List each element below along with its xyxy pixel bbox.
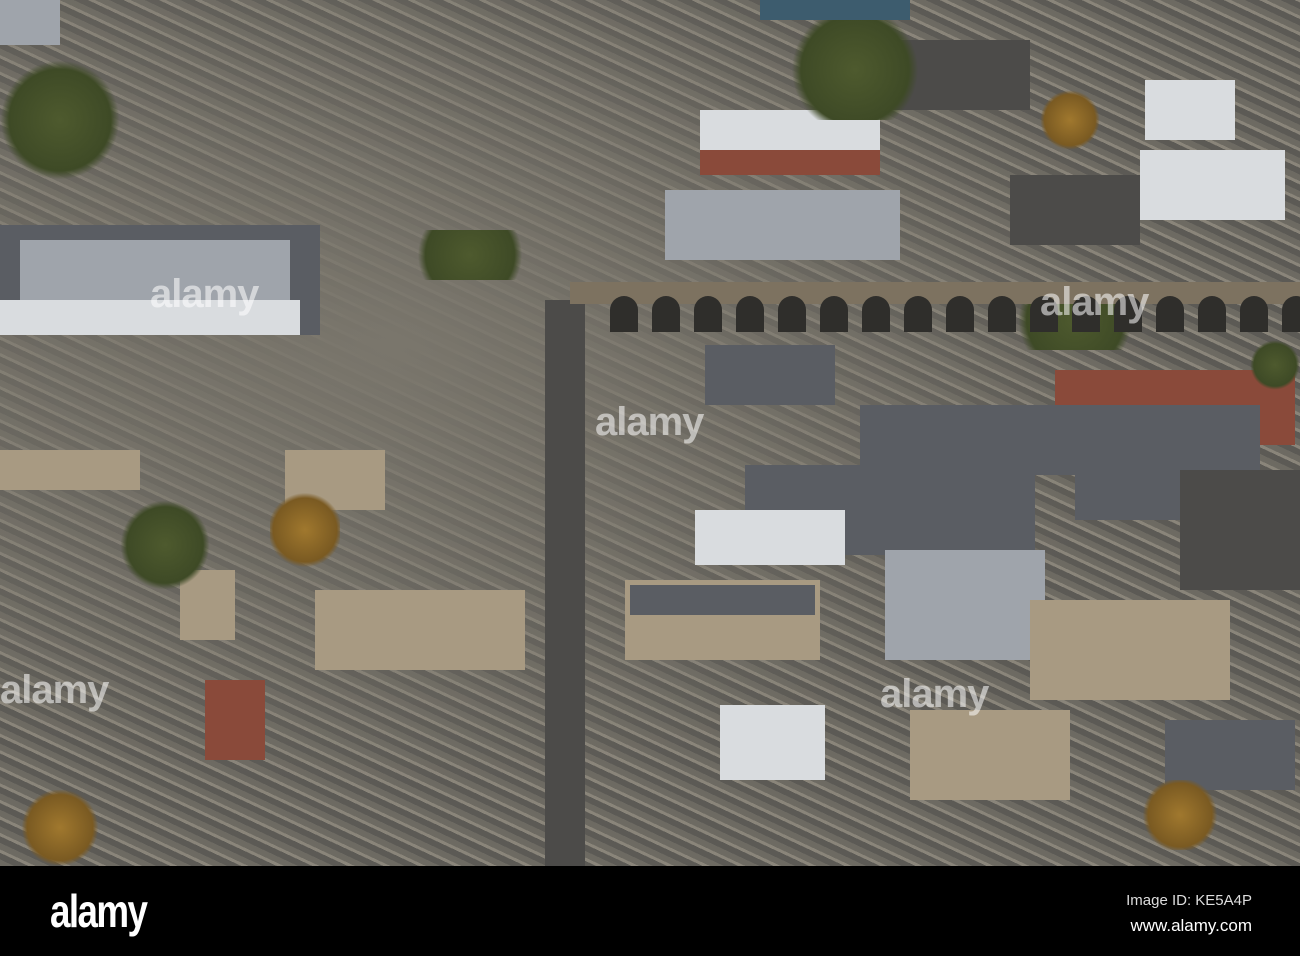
- warehouse-roof: [1145, 80, 1235, 140]
- image-id: Image ID: KE5A4P: [1126, 892, 1252, 909]
- footer-bar: alamy Image ID: KE5A4P www.alamy.com: [0, 866, 1300, 956]
- main-street: [545, 300, 585, 866]
- viaduct-arch: [1240, 296, 1268, 332]
- terrace-row: [0, 450, 140, 490]
- railway-viaduct: [570, 282, 1300, 304]
- viaduct-arch: [862, 296, 890, 332]
- viaduct-arch: [946, 296, 974, 332]
- office-block: [720, 705, 825, 780]
- trees: [270, 490, 340, 570]
- aerial-photo: alamy alamy alamy alamy alamy: [0, 0, 1300, 866]
- viaduct-arch: [610, 296, 638, 332]
- trees: [1250, 340, 1300, 390]
- watermark: alamy: [1040, 280, 1149, 324]
- viaduct-arch: [694, 296, 722, 332]
- watermark: alamy: [595, 400, 704, 444]
- trees: [0, 60, 120, 180]
- trees: [120, 500, 210, 590]
- trees: [780, 20, 930, 120]
- market-hall-roof: [885, 550, 1045, 660]
- town-hall-roof: [630, 585, 815, 615]
- lake: [760, 0, 910, 20]
- trees: [1040, 90, 1100, 150]
- bus-station-roof: [705, 345, 835, 405]
- car-park: [1180, 470, 1300, 590]
- viaduct-arch: [1282, 296, 1300, 332]
- alamy-logo: alamy: [50, 885, 148, 937]
- warehouse-wall: [700, 150, 880, 175]
- viaduct-arch: [736, 296, 764, 332]
- website-link[interactable]: www.alamy.com: [1130, 916, 1252, 936]
- terrace-row: [315, 590, 525, 670]
- viaduct-arch: [1156, 296, 1184, 332]
- viaduct-arch: [988, 296, 1016, 332]
- viaduct-arch: [820, 296, 848, 332]
- warehouse-roof: [1140, 150, 1285, 220]
- watermark: alamy: [150, 272, 259, 316]
- glass-building: [695, 510, 845, 565]
- viaduct-arch: [652, 296, 680, 332]
- trees: [1140, 780, 1220, 850]
- viaduct-arch: [778, 296, 806, 332]
- watermark: alamy: [880, 672, 989, 716]
- viaduct-arch: [904, 296, 932, 332]
- brick-building: [205, 680, 265, 760]
- trees: [400, 230, 540, 280]
- viaduct-arch: [1198, 296, 1226, 332]
- stone-building: [1030, 600, 1230, 700]
- tree: [20, 790, 100, 865]
- stone-building: [910, 710, 1070, 800]
- car-park: [1010, 175, 1140, 245]
- watermark: alamy: [0, 668, 109, 712]
- building: [0, 0, 60, 45]
- retail-warehouse-roof: [665, 190, 900, 260]
